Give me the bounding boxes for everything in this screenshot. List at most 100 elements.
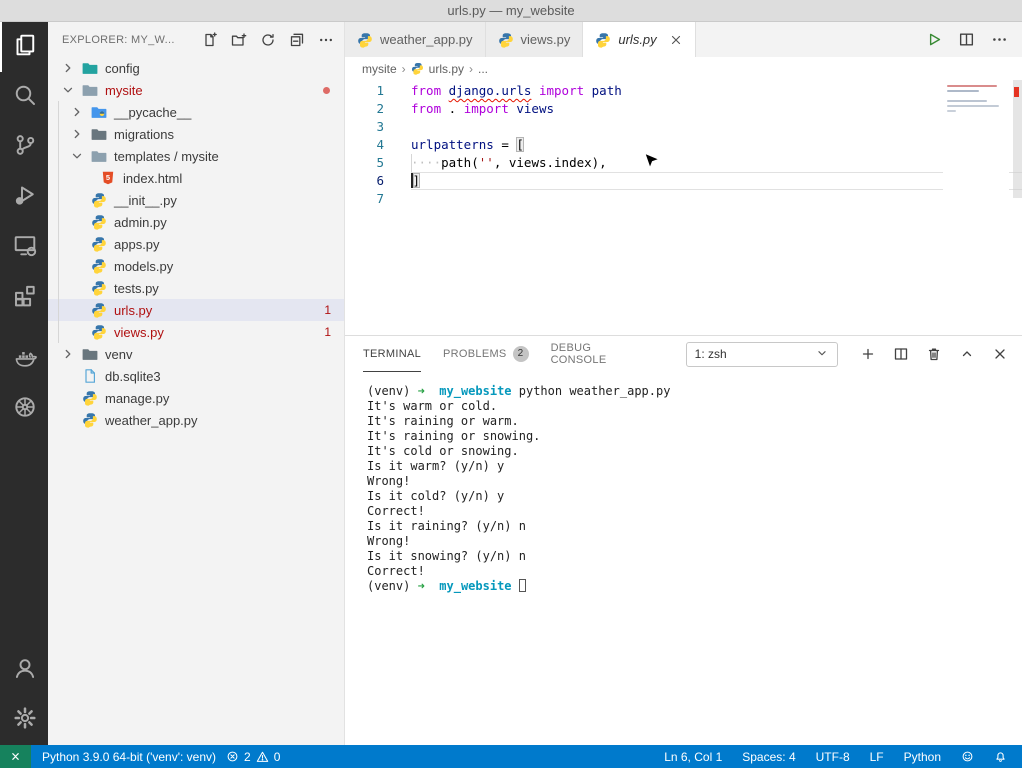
- tree-item-views-py[interactable]: views.py1: [48, 321, 344, 343]
- run-python-file-icon[interactable]: [925, 31, 942, 48]
- code-line-1: from django.urls import path: [411, 82, 1022, 100]
- activity-extensions[interactable]: [0, 272, 48, 322]
- new-terminal-icon[interactable]: [860, 346, 876, 362]
- panel-actions: [860, 346, 1008, 362]
- code-line-7: [411, 190, 1022, 208]
- tree-item-manage-py[interactable]: manage.py: [48, 387, 344, 409]
- activity-source-control[interactable]: [0, 122, 48, 172]
- code-token: import: [464, 101, 509, 116]
- tree-item--init-py[interactable]: __init__.py: [48, 189, 344, 211]
- editor-tab-urls-py[interactable]: urls.py: [583, 22, 695, 57]
- account-icon: [13, 656, 37, 685]
- python-version-label: Python 3.9.0 64-bit ('venv': venv): [42, 750, 216, 764]
- editor-scrollbar[interactable]: [1013, 80, 1022, 198]
- kill-terminal-icon[interactable]: [926, 346, 942, 362]
- breadcrumb-separator: ›: [469, 62, 473, 76]
- tree-item-db-sqlite3[interactable]: db.sqlite3: [48, 365, 344, 387]
- tree-item-urls-py[interactable]: urls.py1: [48, 299, 344, 321]
- minimap[interactable]: [943, 80, 1009, 335]
- code-token: , views.index),: [494, 155, 607, 170]
- split-editor-icon[interactable]: [958, 31, 975, 48]
- terminal-shell-selector[interactable]: 1: zsh: [686, 342, 838, 367]
- eol-sequence[interactable]: LF: [865, 745, 889, 768]
- tree-item-tests-py[interactable]: tests.py: [48, 277, 344, 299]
- code-token: path: [592, 83, 622, 98]
- activity-search[interactable]: [0, 72, 48, 122]
- more-actions-icon[interactable]: [991, 31, 1008, 48]
- remote-indicator[interactable]: [0, 745, 31, 768]
- more-actions-icon[interactable]: [318, 32, 334, 48]
- notifications-button[interactable]: [989, 745, 1012, 768]
- tree-item-apps-py[interactable]: apps.py: [48, 233, 344, 255]
- terminal-output[interactable]: (venv) ➜ my_website python weather_app.p…: [345, 372, 1022, 745]
- collapse-folders-icon[interactable]: [289, 32, 305, 48]
- tree-item-config[interactable]: config: [48, 57, 344, 79]
- split-terminal-icon[interactable]: [893, 346, 909, 362]
- tree-item-models-py[interactable]: models.py: [48, 255, 344, 277]
- line-number: 2: [345, 100, 411, 118]
- activity-kubernetes[interactable]: [0, 384, 48, 434]
- activity-accounts[interactable]: [0, 645, 48, 695]
- code-editor[interactable]: 1234567 from django.urls import pathfrom…: [345, 80, 1022, 335]
- language-mode[interactable]: Python: [899, 745, 946, 768]
- bell-icon: [994, 750, 1007, 763]
- indentation[interactable]: Spaces: 4: [737, 745, 800, 768]
- tab-problems[interactable]: PROBLEMS 2: [443, 336, 529, 372]
- new-folder-icon[interactable]: [231, 32, 247, 48]
- breadcrumb-segment[interactable]: mysite: [362, 62, 397, 76]
- terminal-text: It's warm or cold.: [367, 399, 497, 413]
- tree-item-mysite[interactable]: mysite: [48, 79, 344, 101]
- python-file-icon: [91, 258, 108, 274]
- activity-settings[interactable]: [0, 695, 48, 745]
- breadcrumb-segment[interactable]: ...: [478, 62, 488, 76]
- editor-tab-views-py[interactable]: views.py: [486, 22, 584, 57]
- file-tree: configmysite__pycache__ migrations templat…: [48, 57, 344, 431]
- editor-tab-weather_app-py[interactable]: weather_app.py: [345, 22, 486, 57]
- terminal-line: Is it cold? (y/n) y: [367, 489, 1022, 504]
- activity-docker[interactable]: [0, 334, 48, 384]
- terminal-line: Correct!: [367, 504, 1022, 519]
- close-panel-icon[interactable]: [992, 346, 1008, 362]
- maximize-panel-icon[interactable]: [959, 346, 975, 362]
- cursor-position[interactable]: Ln 6, Col 1: [659, 745, 727, 768]
- tree-item-admin-py[interactable]: admin.py: [48, 211, 344, 233]
- activity-run-and-debug[interactable]: [0, 172, 48, 222]
- tree-item-migrations[interactable]: migrations: [48, 123, 344, 145]
- tree-item-venv[interactable]: venv: [48, 343, 344, 365]
- refresh-explorer-icon[interactable]: [260, 32, 276, 48]
- chevron-down-icon: [60, 82, 76, 98]
- window-title: urls.py — my_website: [447, 3, 574, 18]
- modified-dot: [323, 87, 330, 94]
- python-interpreter[interactable]: Python 3.9.0 64-bit ('venv': venv): [37, 745, 221, 768]
- terminal-line: It's raining or snowing.: [367, 429, 1022, 444]
- close-icon[interactable]: [669, 33, 683, 47]
- tree-item-templates-mysite[interactable]: templates / mysite: [48, 145, 344, 167]
- problems-summary[interactable]: 2 0: [221, 745, 285, 768]
- html-file-icon: 5: [100, 170, 117, 186]
- code-token: from: [411, 101, 441, 116]
- tab-terminal[interactable]: TERMINAL: [363, 336, 421, 372]
- tree-item-label: migrations: [114, 127, 174, 142]
- tree-item-weather-app-py[interactable]: weather_app.py: [48, 409, 344, 431]
- tab-debug-console[interactable]: DEBUG CONSOLE: [551, 336, 638, 372]
- code-line-2: from . import views: [411, 100, 1022, 118]
- activity-remote-explorer[interactable]: [0, 222, 48, 272]
- terminal-text: It's cold or snowing.: [367, 444, 519, 458]
- shell-selector-value: 1: zsh: [695, 347, 727, 361]
- chevron-down-icon: [815, 346, 829, 363]
- feedback-button[interactable]: [956, 745, 979, 768]
- remote-explorer-icon: [13, 233, 37, 262]
- terminal-line: (venv) ➜ my_website: [367, 579, 1022, 594]
- activity-explorer[interactable]: [0, 22, 48, 72]
- warning-count: 0: [274, 750, 281, 764]
- new-file-icon[interactable]: [202, 32, 218, 48]
- breadcrumb-segment[interactable]: urls.py: [429, 62, 464, 76]
- tree-item-index-html[interactable]: 5index.html: [48, 167, 344, 189]
- svg-text:5: 5: [106, 173, 110, 182]
- problem-count-badge: 1: [324, 303, 331, 317]
- line-number: 7: [345, 190, 411, 208]
- terminal-text: my_website: [439, 384, 511, 398]
- encoding[interactable]: UTF-8: [811, 745, 855, 768]
- code-token: [: [516, 137, 524, 152]
- tree-item--pycache-[interactable]: __pycache__: [48, 101, 344, 123]
